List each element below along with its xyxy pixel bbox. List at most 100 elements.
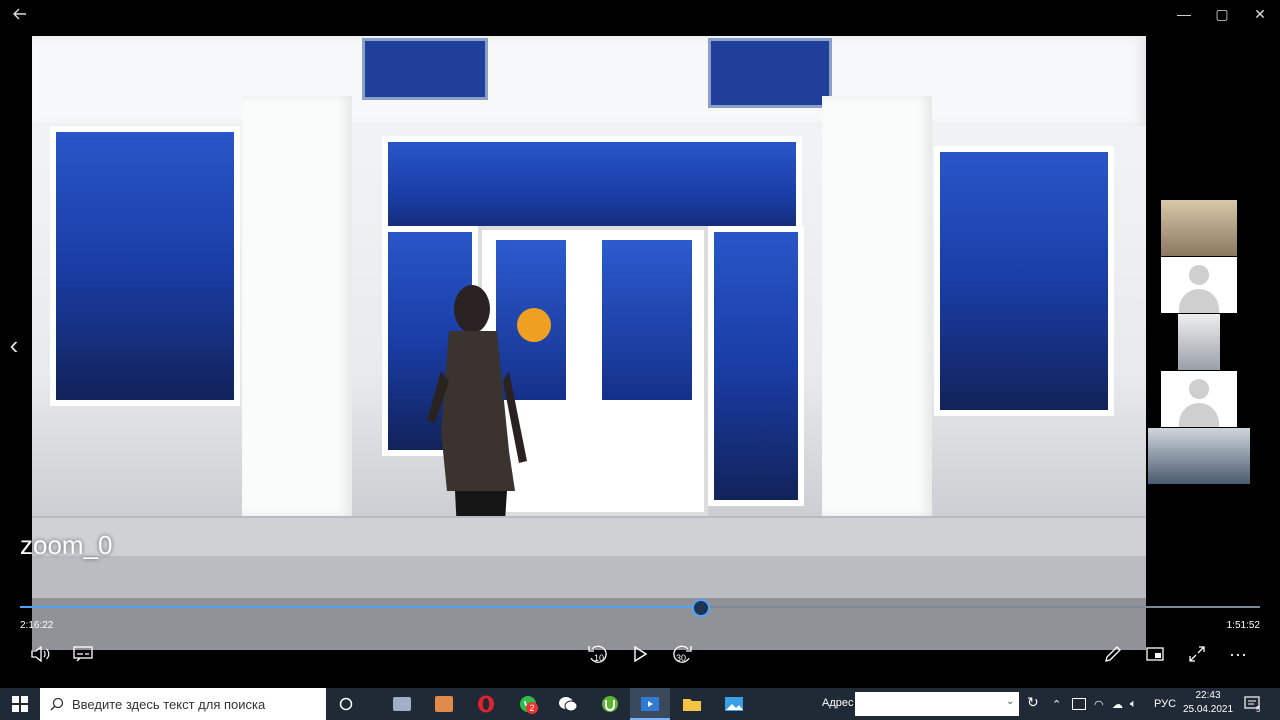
- notifications-button[interactable]: 5: [1244, 688, 1260, 720]
- taskbar-app-photo-viewer[interactable]: [714, 688, 754, 720]
- time-elapsed: 2:16:22: [20, 620, 54, 631]
- participant-video[interactable]: [1148, 428, 1250, 484]
- language-indicator[interactable]: РУС: [1154, 688, 1176, 720]
- seek-handle[interactable]: [691, 599, 710, 617]
- whatsapp-badge: 2: [526, 702, 538, 714]
- minimize-button[interactable]: —: [1164, 0, 1204, 28]
- rewind-button[interactable]: 10: [586, 642, 610, 666]
- cortana-button[interactable]: [326, 688, 366, 720]
- mini-view-icon: [1146, 647, 1164, 661]
- back-arrow-icon: [13, 8, 26, 20]
- back-button[interactable]: [0, 0, 40, 28]
- windows-logo-icon: [12, 696, 28, 712]
- building-facade: [32, 36, 1146, 126]
- time-remaining: 1:51:52: [1226, 620, 1260, 631]
- chevron-down-icon[interactable]: ⌄: [1006, 696, 1014, 707]
- device-icon: [1072, 698, 1086, 710]
- movies-tv-icon: [641, 697, 659, 711]
- pillar: [822, 96, 932, 516]
- taskbar-search[interactable]: Введите здесь текст для поиска: [40, 688, 326, 720]
- subtitles-icon: [73, 646, 93, 662]
- participant-video[interactable]: [1148, 257, 1250, 313]
- video-frame[interactable]: [32, 36, 1146, 650]
- svg-text:30: 30: [676, 653, 686, 663]
- subtitles-button[interactable]: [72, 642, 94, 666]
- mini-view-button[interactable]: [1144, 642, 1166, 666]
- clock-time: 22:43: [1195, 690, 1221, 701]
- participant-camera: [1148, 428, 1250, 484]
- system-clock[interactable]: 22:43 25.04.2021: [1182, 689, 1234, 717]
- wifi-icon: ◠: [1094, 698, 1104, 711]
- volume-icon: [31, 646, 50, 662]
- wechat-icon: [559, 697, 578, 712]
- forward-button[interactable]: 30: [670, 642, 694, 666]
- participant-camera: [1161, 200, 1237, 256]
- seek-progress: [20, 606, 700, 608]
- refresh-icon[interactable]: ↻: [1027, 694, 1039, 711]
- previous-arrow-icon[interactable]: ‹: [4, 330, 24, 360]
- cloud-icon: ☁: [1112, 698, 1123, 711]
- window-right: [934, 146, 1114, 416]
- participant-avatar: [1161, 257, 1237, 313]
- avatar-icon: [1171, 257, 1227, 313]
- taskbar-app-explorer[interactable]: [672, 688, 712, 720]
- tray-icon-onedrive[interactable]: ☁: [1112, 688, 1123, 720]
- utorrent-icon: [602, 696, 618, 712]
- window-left: [50, 126, 240, 406]
- svg-text:10: 10: [594, 653, 604, 663]
- participant-camera: [1178, 314, 1220, 370]
- clock-date: 25.04.2021: [1182, 704, 1234, 715]
- chevron-up-icon: ⌃: [1052, 698, 1062, 711]
- video-title: zoom_0: [20, 530, 113, 560]
- taskbar-app-movies[interactable]: [630, 688, 670, 720]
- pillar: [242, 96, 352, 516]
- photo-icon: [725, 697, 743, 711]
- seek-bar[interactable]: [20, 599, 1260, 617]
- building-sign: [362, 38, 488, 100]
- taskbar-app-photos[interactable]: [424, 688, 464, 720]
- search-icon: [50, 697, 64, 711]
- play-button[interactable]: [630, 642, 650, 666]
- fullscreen-icon: [1189, 646, 1205, 662]
- start-button[interactable]: [0, 688, 40, 720]
- title-bar: — ▢ ✕: [0, 0, 1280, 28]
- building-sign: [708, 38, 832, 108]
- participant-video[interactable]: [1148, 371, 1250, 427]
- opera-icon: [478, 695, 494, 713]
- taskbar-app-utorrent[interactable]: [590, 688, 630, 720]
- taskbar-app-wechat[interactable]: [548, 688, 588, 720]
- tray-icon-volume[interactable]: 🔈︎: [1130, 688, 1137, 720]
- tray-icon-wifi[interactable]: ◠: [1094, 688, 1104, 720]
- taskbar-app-desktop[interactable]: [382, 688, 422, 720]
- address-toolbar-label: Адрес: [822, 697, 854, 709]
- participant-avatar: [1161, 371, 1237, 427]
- participant-video[interactable]: [1148, 314, 1250, 370]
- address-input[interactable]: [855, 692, 1019, 716]
- avatar-icon: [1171, 371, 1227, 427]
- fullscreen-button[interactable]: [1186, 642, 1208, 666]
- more-options-button[interactable]: ···: [1226, 642, 1250, 666]
- window-side: [708, 226, 804, 506]
- volume-button[interactable]: [30, 642, 52, 666]
- folder-icon: [683, 699, 701, 711]
- pencil-icon: [1105, 646, 1121, 662]
- taskbar-app-opera[interactable]: [466, 688, 506, 720]
- forward-icon: 30: [673, 645, 692, 663]
- desktop-app-icon: [393, 697, 411, 711]
- rewind-icon: 10: [588, 645, 607, 663]
- close-button[interactable]: ✕: [1240, 0, 1280, 28]
- edit-button[interactable]: [1102, 642, 1124, 666]
- taskbar: Введите здесь текст для поиска 2 Адрес ⌄…: [0, 688, 1280, 720]
- image-viewer-icon: [435, 696, 453, 712]
- cortana-circle-icon: [339, 697, 353, 711]
- play-icon: [634, 646, 647, 662]
- tray-icon-network-device[interactable]: [1072, 688, 1086, 720]
- speaker-icon: 🔈︎: [1130, 697, 1137, 710]
- show-hidden-icons[interactable]: ⌃: [1052, 688, 1061, 720]
- participant-video[interactable]: [1148, 200, 1250, 256]
- stairs: [32, 556, 1146, 598]
- search-placeholder: Введите здесь текст для поиска: [72, 696, 266, 712]
- maximize-button[interactable]: ▢: [1202, 0, 1242, 28]
- stairs: [32, 516, 1146, 558]
- notification-count: 5: [1256, 704, 1261, 714]
